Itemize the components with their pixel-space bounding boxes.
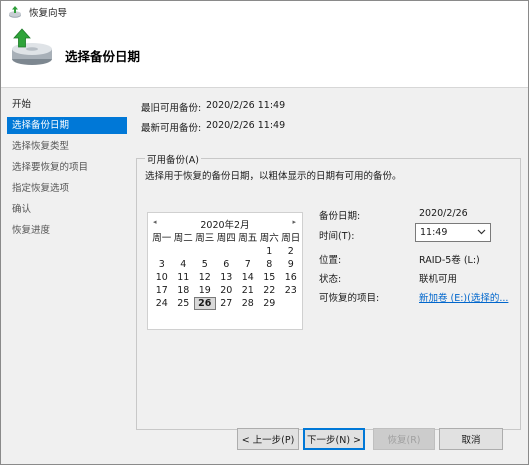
weekday-header: 周二 [173,233,193,244]
location-value: RAID-5卷 (L:) [419,255,480,266]
calendar-day[interactable]: 3 [151,258,173,271]
calendar-empty-cell [151,245,173,258]
available-backups-label: 可用备份(A) [145,152,201,166]
available-backups-group: 可用备份(A) 选择用于恢复的备份日期，以粗体显示的日期有可用的备份。 ◂ 20… [136,152,521,430]
time-label: 时间(T): [319,231,355,242]
calendar-day[interactable]: 13 [216,271,238,284]
nav-step-select-items[interactable]: 选择要恢复的项目 [7,159,127,176]
weekday-header: 周三 [195,233,215,244]
status-value: 联机可用 [419,274,458,285]
back-button[interactable]: < 上一步(P) [237,428,299,450]
recovery-wizard-window: 恢复向导 选择备份日期 开始 选择备份日期 选择恢复类型 选择要恢复的项目 指定… [0,0,529,465]
recovery-wizard-icon [7,4,23,20]
nav-step-confirm[interactable]: 确认 [7,201,127,218]
calendar-day[interactable]: 27 [216,297,238,310]
calendar-day[interactable]: 7 [237,258,259,271]
recoverable-items-link[interactable]: 新加卷 (E:)(选择的... [419,290,508,304]
newest-backup-value: 2020/2/26 11:49 [206,120,286,131]
calendar-day[interactable]: 18 [173,284,195,297]
calendar-day[interactable]: 6 [216,258,238,271]
oldest-backup-row: 最旧可用备份: 2020/2/26 11:49 [141,100,285,114]
calendar-week-row: 24 25 26 27 28 29 [151,297,302,310]
nav-step-start[interactable]: 开始 [7,96,127,113]
newest-backup-row: 最新可用备份: 2020/2/26 11:49 [141,120,285,134]
calendar-empty-cell [280,297,302,310]
calendar-month-label: 2020年2月 [200,220,250,231]
next-button[interactable]: 下一步(N) > [303,428,365,450]
backup-date-calendar[interactable]: ◂ 2020年2月 ▸ 周一 周二 周三 周四 周五 周六 周日 1234567… [147,212,303,330]
calendar-week-row: 17 18 19 20 21 22 23 [151,284,302,297]
recoverable-items-label: 可恢复的项目: [319,293,380,304]
calendar-empty-cell [194,245,216,258]
weekday-header: 周六 [259,233,279,244]
cancel-button[interactable]: 取消 [439,428,503,450]
calendar-day[interactable]: 12 [194,271,216,284]
weekday-header: 周四 [216,233,236,244]
calendar-day[interactable]: 10 [151,271,173,284]
recover-button[interactable]: 恢复(R) [373,428,435,450]
calendar-day[interactable]: 1 [259,245,281,258]
page-title: 选择备份日期 [65,49,141,64]
calendar-day[interactable]: 25 [173,297,195,310]
calendar-day[interactable]: 2 [280,245,302,258]
calendar-day[interactable]: 24 [151,297,173,310]
calendar-empty-cell [173,245,195,258]
backup-date-value: 2020/2/26 [419,208,468,219]
chevron-down-icon [477,227,486,238]
next-month-icon[interactable]: ▸ [292,218,296,226]
nav-step-select-recovery-type[interactable]: 选择恢复类型 [7,138,127,155]
time-select[interactable]: 11:49 [415,223,491,242]
available-backups-description: 选择用于恢复的备份日期，以粗体显示的日期有可用的备份。 [145,171,402,182]
calendar-day[interactable]: 15 [259,271,281,284]
weekday-header: 周五 [238,233,258,244]
calendar-week-row: 12 [151,245,302,258]
calendar-week-row: 10 11 12 13 14 15 16 [151,271,302,284]
calendar-day[interactable]: 4 [173,258,195,271]
backup-disk-restore-icon [9,27,55,67]
location-label: 位置: [319,255,342,266]
calendar-day[interactable]: 9 [280,258,302,271]
calendar-week-row: 3456789 [151,258,302,271]
window-title: 恢复向导 [29,8,68,19]
oldest-backup-label: 最旧可用备份: [141,103,202,114]
calendar-grid: 周一 周二 周三 周四 周五 周六 周日 1 2 3 4 5 6 7 8 9 10 11 12 13 14… [151,232,302,310]
weekday-header-row: 周一 周二 周三 周四 周五 周六 周日 [151,232,302,245]
calendar-day[interactable]: 29 [259,297,281,310]
nav-step-progress[interactable]: 恢复进度 [7,222,127,239]
calendar-empty-cell [216,245,238,258]
calendar-day[interactable]: 23 [280,284,302,297]
calendar-day[interactable]: 16 [280,271,302,284]
time-select-value: 11:49 [420,227,448,238]
wizard-content: 最旧可用备份: 2020/2/26 11:49 最新可用备份: 2020/2/2… [131,88,528,464]
oldest-backup-value: 2020/2/26 11:49 [206,100,286,111]
title-bar: 恢复向导 [1,1,528,23]
wizard-steps-nav: 开始 选择备份日期 选择恢复类型 选择要恢复的项目 指定恢复选项 确认 恢复进度 [1,88,131,464]
calendar-empty-cell [237,245,259,258]
weekday-header: 周一 [152,233,172,244]
nav-step-select-backup-date[interactable]: 选择备份日期 [7,117,127,134]
calendar-day[interactable]: 21 [237,284,259,297]
backup-date-label: 备份日期: [319,211,361,222]
calendar-day[interactable]: 11 [173,271,195,284]
calendar-day-selected[interactable]: 26 [194,297,216,310]
calendar-day[interactable]: 14 [237,271,259,284]
calendar-day[interactable]: 8 [259,258,281,271]
calendar-day[interactable]: 20 [216,284,238,297]
wizard-header: 选择备份日期 [1,23,528,88]
status-label: 状态: [319,274,342,285]
weekday-header: 周日 [281,233,301,244]
calendar-day[interactable]: 28 [237,297,259,310]
nav-step-recovery-options[interactable]: 指定恢复选项 [7,180,127,197]
newest-backup-label: 最新可用备份: [141,123,202,134]
calendar-day[interactable]: 22 [259,284,281,297]
calendar-day[interactable]: 17 [151,284,173,297]
calendar-day[interactable]: 5 [194,258,216,271]
calendar-day[interactable]: 19 [194,284,216,297]
